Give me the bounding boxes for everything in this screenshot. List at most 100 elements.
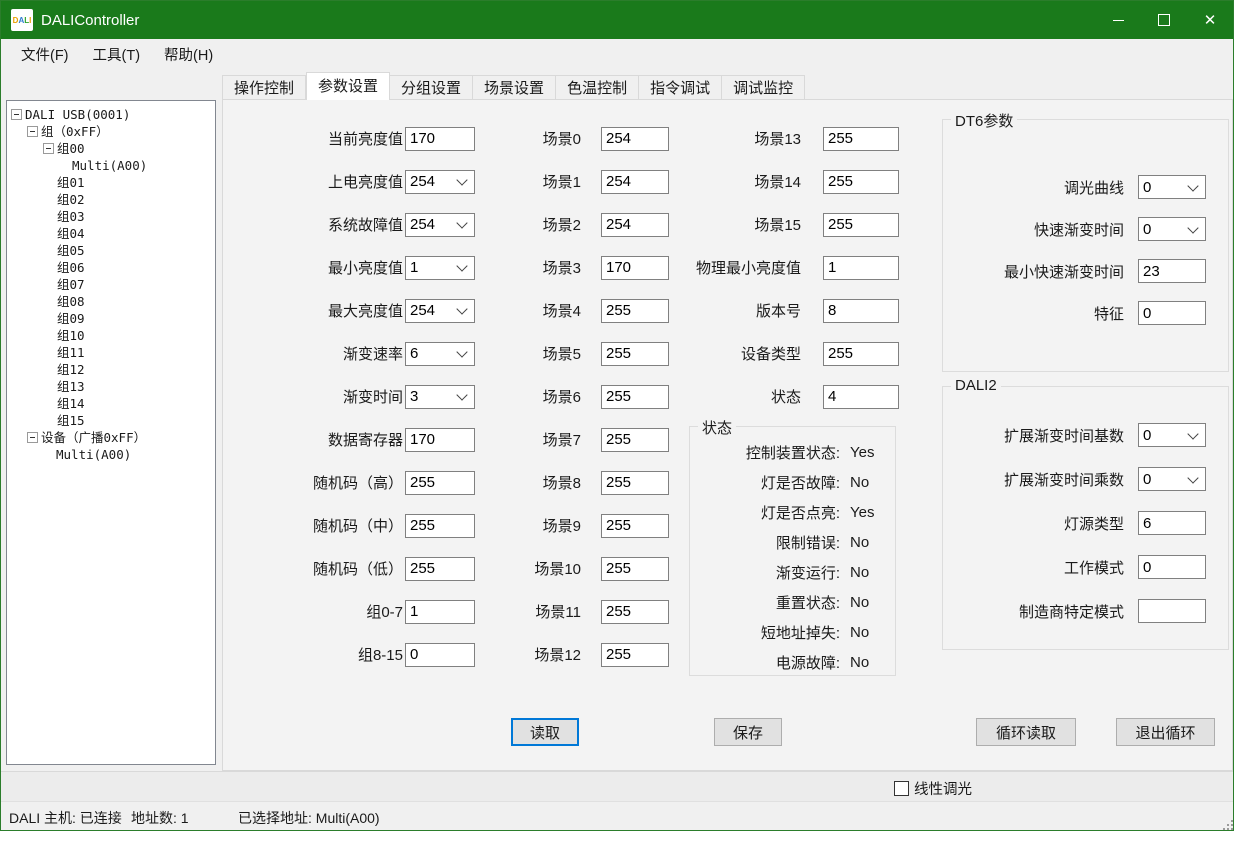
tree-item-group12[interactable]: 组12 [7, 361, 215, 378]
tree-collapse-icon[interactable] [11, 109, 22, 120]
menu-tools[interactable]: 工具(T) [81, 40, 153, 69]
scene-14-label: 场景14 [661, 171, 801, 192]
tab-color-temp-control[interactable]: 色温控制 [556, 75, 639, 100]
scene-15-input[interactable] [823, 213, 899, 237]
tree-item-group13[interactable]: 组13 [7, 378, 215, 395]
tab-operation-control[interactable]: 操作控制 [222, 75, 306, 100]
tree-item-group00[interactable]: 组00 [7, 140, 215, 157]
tree-item-dali-usb[interactable]: DALI USB(0001) [7, 106, 215, 123]
min-level-label: 最小亮度值 [229, 257, 403, 278]
physical-min-level-input[interactable] [823, 256, 899, 280]
scene-4-label: 场景4 [491, 300, 581, 321]
tree-item-group07[interactable]: 组07 [7, 276, 215, 293]
current-level-input[interactable] [405, 127, 475, 151]
maximize-button[interactable] [1141, 1, 1187, 39]
tree-item-multi-a00[interactable]: Multi(A00) [7, 157, 215, 174]
menu-help[interactable]: 帮助(H) [152, 40, 225, 69]
light-source-type-input[interactable] [1138, 511, 1206, 535]
tree-item-group10[interactable]: 组10 [7, 327, 215, 344]
scene-3-input[interactable] [601, 256, 669, 280]
random-low-input[interactable] [405, 557, 475, 581]
manufacturer-mode-input[interactable] [1138, 599, 1206, 623]
status-value-input[interactable] [823, 385, 899, 409]
scene-8-input[interactable] [601, 471, 669, 495]
max-level-select[interactable]: 254 [405, 299, 475, 323]
tree-item-group04[interactable]: 组04 [7, 225, 215, 242]
exit-loop-button[interactable]: 退出循环 [1116, 718, 1215, 746]
read-button[interactable]: 读取 [511, 718, 579, 746]
tab-debug-monitor[interactable]: 调试监控 [722, 75, 805, 100]
tree-collapse-icon[interactable] [27, 432, 38, 443]
tab-command-debug[interactable]: 指令调试 [639, 75, 722, 100]
group-8-15-input[interactable] [405, 643, 475, 667]
features-input[interactable] [1138, 301, 1206, 325]
limit-error-value: No [850, 534, 869, 551]
scene-11-input[interactable] [601, 600, 669, 624]
scene-1-input[interactable] [601, 170, 669, 194]
scene-13-input[interactable] [823, 127, 899, 151]
power-on-level-select[interactable]: 254 [405, 170, 475, 194]
system-failure-level-select[interactable]: 254 [405, 213, 475, 237]
tree-item-group14[interactable]: 组14 [7, 395, 215, 412]
scene-7-input[interactable] [601, 428, 669, 452]
random-mid-input[interactable] [405, 514, 475, 538]
loop-read-button[interactable]: 循环读取 [976, 718, 1076, 746]
screen: DALI DALIController ✕ 文件(F) 工具(T) 帮助(H) … [0, 0, 1234, 860]
tree-item-group03[interactable]: 组03 [7, 208, 215, 225]
scene-13-label: 场景13 [661, 128, 801, 149]
fade-rate-select[interactable]: 6 [405, 342, 475, 366]
tree-item-group06[interactable]: 组06 [7, 259, 215, 276]
operating-mode-label: 工作模式 [951, 557, 1124, 578]
minimize-button[interactable] [1095, 1, 1141, 39]
group-0-7-input[interactable] [405, 600, 475, 624]
scene-6-input[interactable] [601, 385, 669, 409]
tree-item-group05[interactable]: 组05 [7, 242, 215, 259]
random-high-input[interactable] [405, 471, 475, 495]
tab-grouping-settings[interactable]: 分组设置 [390, 75, 473, 100]
status-value-label: 状态 [661, 386, 801, 407]
features-label: 特征 [951, 303, 1124, 324]
maximize-icon [1158, 14, 1170, 26]
fade-time-select[interactable]: 3 [405, 385, 475, 409]
version-input[interactable] [823, 299, 899, 323]
scene-4-input[interactable] [601, 299, 669, 323]
min-level-select[interactable]: 1 [405, 256, 475, 280]
tree-item-group15[interactable]: 组15 [7, 412, 215, 429]
system-failure-level-label: 系统故障值 [229, 214, 403, 235]
min-fast-fade-time-input[interactable] [1138, 259, 1206, 283]
menu-file[interactable]: 文件(F) [9, 40, 81, 69]
scene-0-input[interactable] [601, 127, 669, 151]
tab-scene-settings[interactable]: 场景设置 [473, 75, 556, 100]
tree-collapse-icon[interactable] [27, 126, 38, 137]
fast-fade-time-select[interactable]: 0 [1138, 217, 1206, 241]
tree-item-group-root[interactable]: 组（0xFF） [7, 123, 215, 140]
tree-item-group11[interactable]: 组11 [7, 344, 215, 361]
tree-item-group01[interactable]: 组01 [7, 174, 215, 191]
operating-mode-input[interactable] [1138, 555, 1206, 579]
scene-2-input[interactable] [601, 213, 669, 237]
linear-dimming-checkbox[interactable] [894, 781, 909, 796]
data-register-input[interactable] [405, 428, 475, 452]
ext-fade-base-select[interactable]: 0 [1138, 423, 1206, 447]
scene-12-input[interactable] [601, 643, 669, 667]
scene-5-input[interactable] [601, 342, 669, 366]
tree-item-group08[interactable]: 组08 [7, 293, 215, 310]
resize-grip[interactable] [1231, 828, 1233, 830]
tree-item-multi-a00-2[interactable]: Multi(A00) [7, 446, 215, 463]
ext-fade-mult-select[interactable]: 0 [1138, 467, 1206, 491]
ext-fade-mult-label: 扩展渐变时间乘数 [951, 469, 1124, 490]
scene-14-input[interactable] [823, 170, 899, 194]
scene-10-input[interactable] [601, 557, 669, 581]
close-button[interactable]: ✕ [1187, 1, 1233, 39]
tab-parameter-settings[interactable]: 参数设置 [306, 72, 390, 100]
scene-9-input[interactable] [601, 514, 669, 538]
footer-strip: 线性调光 [1, 771, 1233, 801]
dim-curve-select[interactable]: 0 [1138, 175, 1206, 199]
device-type-input[interactable] [823, 342, 899, 366]
power-failure-label: 电源故障: [690, 652, 840, 673]
tree-item-device-broadcast[interactable]: 设备（广播0xFF） [7, 429, 215, 446]
tree-item-group02[interactable]: 组02 [7, 191, 215, 208]
tree-collapse-icon[interactable] [43, 143, 54, 154]
save-button[interactable]: 保存 [714, 718, 782, 746]
tree-item-group09[interactable]: 组09 [7, 310, 215, 327]
